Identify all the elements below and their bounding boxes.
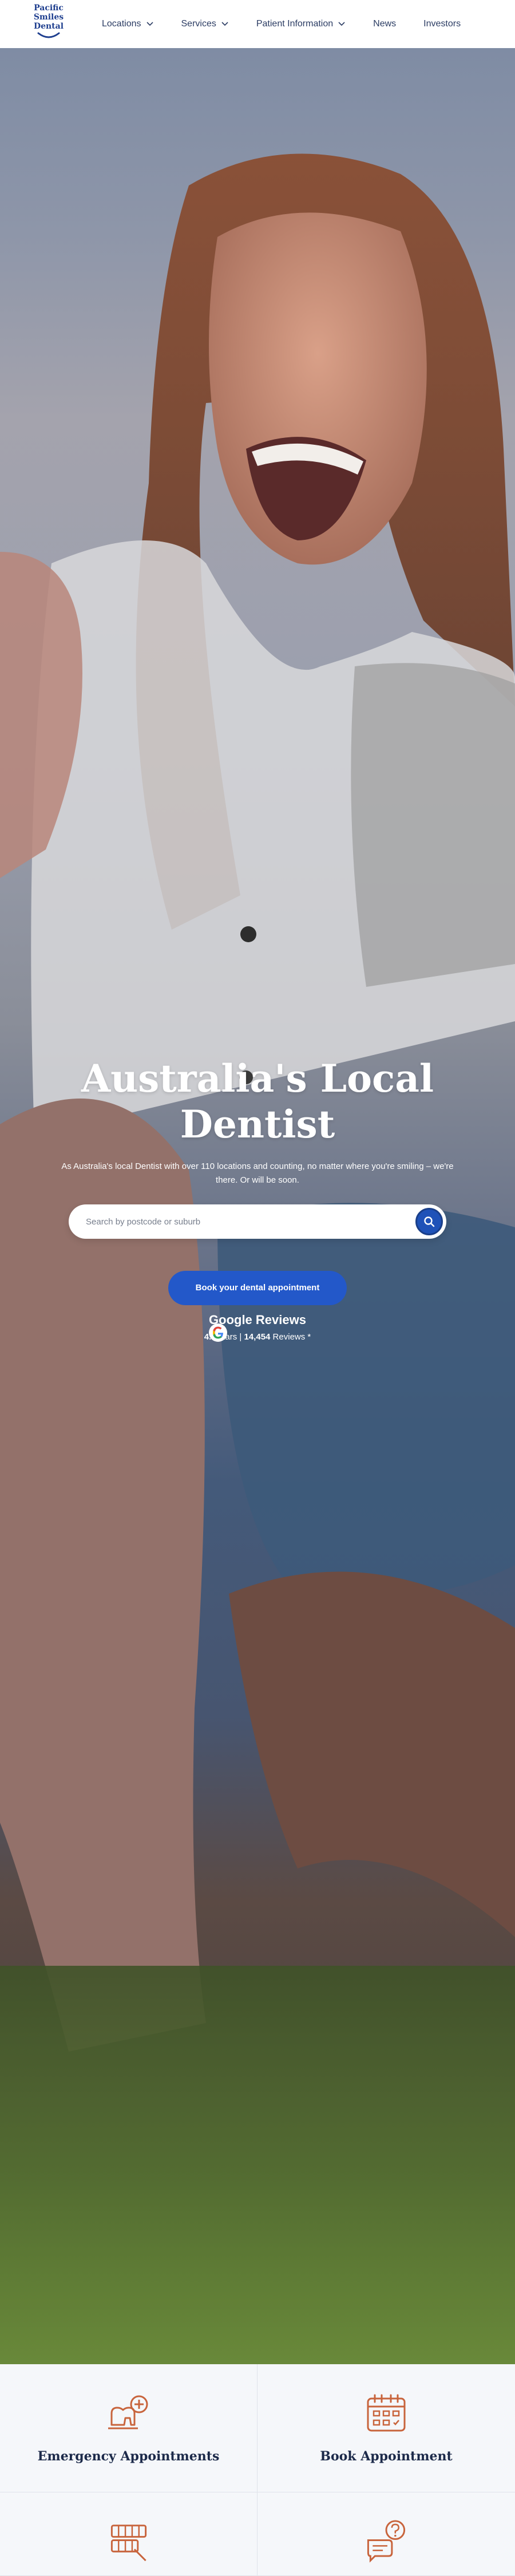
logo-line-1: Pacific bbox=[34, 3, 64, 13]
hero-content: Australia's Local Dentist As Australia's… bbox=[0, 1056, 515, 1352]
location-search-bar bbox=[69, 1204, 446, 1239]
chevron-down-icon bbox=[221, 22, 228, 26]
card-emergency-appointments[interactable]: Emergency Appointments bbox=[0, 2364, 258, 2492]
card-emergency-title: Emergency Appointments bbox=[37, 2449, 220, 2464]
calendar-icon bbox=[367, 2394, 406, 2432]
smile-logo-icon bbox=[37, 32, 60, 38]
card-book-appointment[interactable]: Book Appointment bbox=[258, 2364, 515, 2492]
hero-subtitle: As Australia's local Dentist with over 1… bbox=[61, 1161, 454, 1185]
hero-title-line-2: Dentist bbox=[180, 1102, 335, 1147]
google-logo-icon bbox=[209, 1323, 227, 1342]
emergency-tooth-icon bbox=[108, 2395, 148, 2429]
nav-patient-information-label: Patient Information bbox=[256, 19, 334, 29]
card-book-title: Book Appointment bbox=[320, 2449, 453, 2464]
logo-line-3: Dental bbox=[33, 22, 64, 31]
nav-services-label: Services bbox=[181, 19, 216, 29]
nav-locations-label: Locations bbox=[102, 19, 141, 29]
logo[interactable]: Pacific Smiles Dental bbox=[29, 3, 69, 45]
logo-line-2: Smiles bbox=[33, 13, 64, 22]
nav-news-label: News bbox=[373, 19, 397, 29]
search-icon bbox=[424, 1216, 435, 1227]
nav-services[interactable]: Services bbox=[181, 19, 229, 29]
reviews-suffix: Reviews * bbox=[270, 1332, 311, 1342]
google-reviews[interactable]: Google Reviews 4.8 stars | 14,454 Review… bbox=[172, 1312, 343, 1352]
hero-title: Australia's Local Dentist bbox=[0, 1056, 515, 1147]
card-questions[interactable] bbox=[258, 2492, 515, 2576]
hero-section: Australia's Local Dentist As Australia's… bbox=[0, 48, 515, 2364]
hero-title-line-1: Australia's Local bbox=[81, 1056, 434, 1101]
nav-investors[interactable]: Investors bbox=[423, 19, 461, 29]
nav-patient-information[interactable]: Patient Information bbox=[256, 19, 346, 29]
main-nav: Locations Services Patient Information N… bbox=[102, 0, 488, 48]
chevron-down-icon bbox=[146, 22, 153, 26]
teeth-brace-icon bbox=[110, 2524, 146, 2562]
nav-investors-label: Investors bbox=[423, 19, 461, 29]
location-search-input[interactable] bbox=[69, 1210, 389, 1233]
chevron-down-icon bbox=[338, 22, 345, 26]
reviews-summary: 4.8 stars | 14,454 Reviews * bbox=[172, 1330, 343, 1344]
reviews-title: Google Reviews bbox=[209, 1313, 306, 1327]
search-button[interactable] bbox=[415, 1208, 443, 1235]
site-header: Pacific Smiles Dental Locations Services… bbox=[0, 0, 515, 48]
question-chat-icon bbox=[367, 2520, 406, 2563]
nav-news[interactable]: News bbox=[373, 19, 396, 29]
book-appointment-button[interactable]: Book your dental appointment bbox=[168, 1271, 347, 1305]
review-count: 14,454 bbox=[244, 1332, 271, 1342]
card-orthodontics[interactable] bbox=[0, 2492, 258, 2576]
nav-locations[interactable]: Locations bbox=[102, 19, 154, 29]
quick-links: Emergency Appointments Book Appointment bbox=[0, 2364, 515, 2576]
